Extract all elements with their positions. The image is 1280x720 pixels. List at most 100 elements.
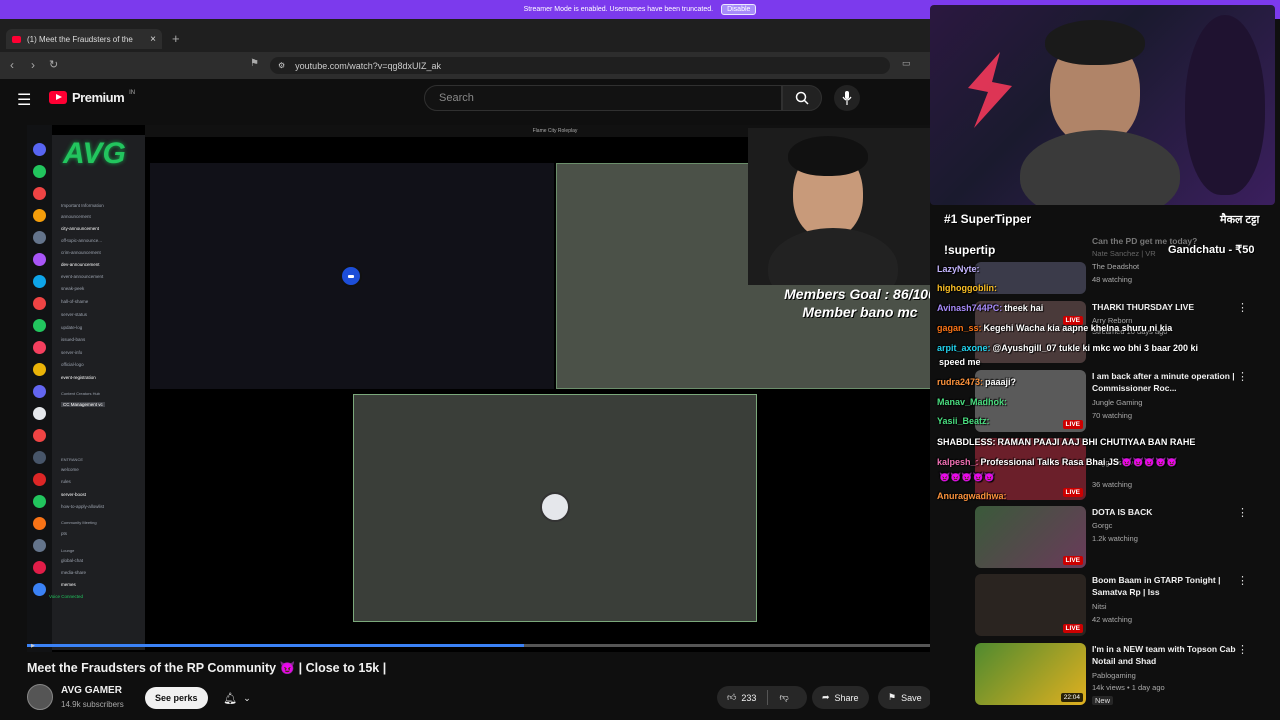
chat-text: theek hai (1004, 303, 1044, 313)
save-icon: ⚑ (888, 692, 897, 702)
chat-user: rudra2473: (937, 377, 984, 387)
channel-item: pts (61, 531, 68, 536)
channel-item: CC Management vc (61, 402, 105, 407)
bookmark-icon[interactable]: ⚑ (250, 58, 259, 69)
hamburger-menu-icon[interactable]: ☰ (17, 90, 31, 110)
chat-message: 👿👿👿👿👿 (937, 472, 995, 483)
channel-item: server-status (61, 312, 88, 317)
chat-text: RAMAN PAAJI AAJ BHI CHUTIYAA BAN RAHE (997, 437, 1196, 447)
chat-text: @Ayushgill_07 tukle ki mkc wo bhi 3 baar… (992, 343, 1199, 353)
goal-line-1: Members Goal : 86/100 (784, 286, 936, 302)
chat-user: highoggoblin: (937, 283, 997, 293)
voice-search-button[interactable] (834, 85, 860, 111)
new-tab-icon[interactable]: + (172, 31, 180, 46)
new-badge: New (1092, 696, 1114, 705)
chat-user: Yasii_Beatz: (937, 416, 990, 426)
see-perks-button[interactable]: See perks (145, 687, 208, 709)
save-label: Save (901, 692, 922, 703)
streamer-webcam (930, 5, 1275, 205)
channel-item: hall-of-shame (61, 299, 89, 304)
chat-user: Manav_Madhok: (937, 397, 1008, 407)
country-code: IN (129, 89, 136, 96)
recommendation-item[interactable]: The Deadshot 48 watching (975, 262, 1265, 294)
duration-badge: 22:04 (1060, 693, 1083, 702)
channel-item: update-log (61, 325, 83, 330)
channel-item: issued-bans (61, 337, 86, 342)
chat-message: Avinash744PC: theek hai (937, 303, 1043, 313)
channel-item: server-info (61, 350, 83, 355)
thumbs-down-icon[interactable]: 👎︎ (779, 692, 788, 703)
recommendation-item[interactable]: LIVE Bagga Is Live 36 watching (975, 438, 1265, 500)
channel-item: rules (61, 479, 71, 484)
rec-title: THARKI THURSDAY LIVE (1092, 302, 1195, 312)
share-icon: ➦ (822, 692, 830, 702)
channel-item: Important Information (61, 203, 104, 208)
address-bar[interactable]: ⚙ youtube.com/watch?v=qg8dxUIZ_ak (270, 57, 890, 74)
channel-item: official-logo (61, 362, 84, 367)
forward-icon[interactable]: › (31, 58, 35, 72)
recommendation-item[interactable]: LIVE DOTA IS BACK Gorgc 1.2k watching ⋮ (975, 506, 1265, 568)
chat-user: Avinash744PC: (937, 303, 1003, 313)
more-options-icon[interactable]: ⋮ (1237, 370, 1248, 383)
chat-text: Professional Talks Rasa Bhai JS 👿👿👿👿👿 (980, 457, 1178, 467)
site-info-icon[interactable]: ⚙ (278, 61, 285, 70)
more-options-icon[interactable]: ⋮ (1237, 506, 1248, 519)
search-button[interactable] (782, 85, 822, 111)
channel-item: server-boost (61, 492, 87, 497)
channel-avatar[interactable] (27, 684, 53, 710)
recommendation-item[interactable]: LIVE Boom Baam in GTARP Tonight | Samatv… (975, 574, 1265, 636)
chat-message: speed me (937, 357, 981, 367)
save-button[interactable]: ⚑ Save (878, 686, 932, 709)
disable-streamer-mode-button[interactable]: Disable (721, 4, 757, 15)
share-button[interactable]: ➦ Share (812, 686, 869, 709)
thumbs-up-icon[interactable]: 👍︎ (727, 692, 736, 703)
reload-icon[interactable]: ↻ (49, 58, 58, 71)
close-tab-icon[interactable]: × (150, 34, 156, 45)
more-options-icon[interactable]: ⋮ (1237, 301, 1248, 314)
rec-channel: Gorgc (1092, 521, 1113, 530)
rec-title: Boom Baam in GTARP Tonight | Samatva Rp … (1092, 575, 1221, 597)
more-options-icon[interactable]: ⋮ (1237, 643, 1248, 656)
rec-meta: 14k views • 1 day ago (1092, 683, 1165, 692)
channel-name[interactable]: AVG GAMER (61, 685, 122, 696)
channel-item: event-registration (61, 375, 96, 380)
chat-user: LazyNyte: (937, 264, 980, 274)
chat-text: paaaji? (985, 377, 1017, 387)
recommendation-item[interactable]: LIVE I am back after a minute operation … (975, 370, 1265, 432)
browser-tab[interactable]: (1) Meet the Fraudsters of the × (6, 29, 162, 49)
play-icon[interactable]: ▶ (31, 643, 35, 649)
logo-text: Premium (72, 90, 125, 105)
chat-message: Anuragwadhwa: (937, 491, 1009, 501)
rec-meta: 48 watching (1092, 275, 1133, 284)
divider (767, 690, 769, 705)
participant-avatar (340, 265, 362, 287)
rec-channel: Jungle Gaming (1092, 398, 1143, 407)
rec-channel: Nitsi (1092, 602, 1107, 611)
more-options-icon[interactable]: ⋮ (1237, 574, 1248, 587)
bell-icon: 🔔︎ (223, 692, 238, 705)
search-placeholder: Search (439, 92, 474, 104)
chevron-down-icon: ⌄ (243, 692, 251, 703)
members-goal-overlay: Members Goal : 86/100 Member bano mc (775, 285, 945, 321)
live-badge: LIVE (1062, 420, 1083, 429)
chat-message: gagan_ss: Kegehi Wacha kia aapne khelna s… (937, 323, 1172, 333)
channel-item: crim-announcement (61, 250, 101, 255)
chat-message: SHABDLESS: RAMAN PAAJI AAJ BHI CHUTIYAA B… (937, 437, 1195, 447)
video-player[interactable]: AVG Important Information announcement c… (27, 125, 965, 652)
like-dislike-group: 👍︎ 233 👎︎ (717, 686, 807, 709)
rec-channel: Nate Sanchez | VR (1092, 249, 1156, 258)
subscriber-count: 14.9k subscribers (61, 700, 124, 709)
chat-message: Manav_Madhok: (937, 397, 1009, 407)
search-input[interactable]: Search (424, 85, 782, 111)
youtube-premium-logo[interactable]: Premium IN (49, 90, 135, 105)
tab-title: (1) Meet the Fraudsters of the (27, 34, 133, 44)
search-icon (795, 91, 809, 105)
chat-text: 👿👿👿👿👿 (939, 472, 996, 482)
cast-icon[interactable]: ▭ (902, 58, 911, 69)
back-icon[interactable]: ‹ (10, 58, 14, 72)
channel-item: dev-announcement (61, 262, 100, 267)
server-logo: AVG (63, 137, 126, 170)
supertip-amount: Gandchatu - ₹50 (1168, 244, 1255, 256)
notification-bell-button[interactable]: 🔔︎ ⌄ (212, 687, 262, 709)
recommendation-item[interactable]: 22:04 I'm in a NEW team with Topson Cab … (975, 643, 1265, 705)
